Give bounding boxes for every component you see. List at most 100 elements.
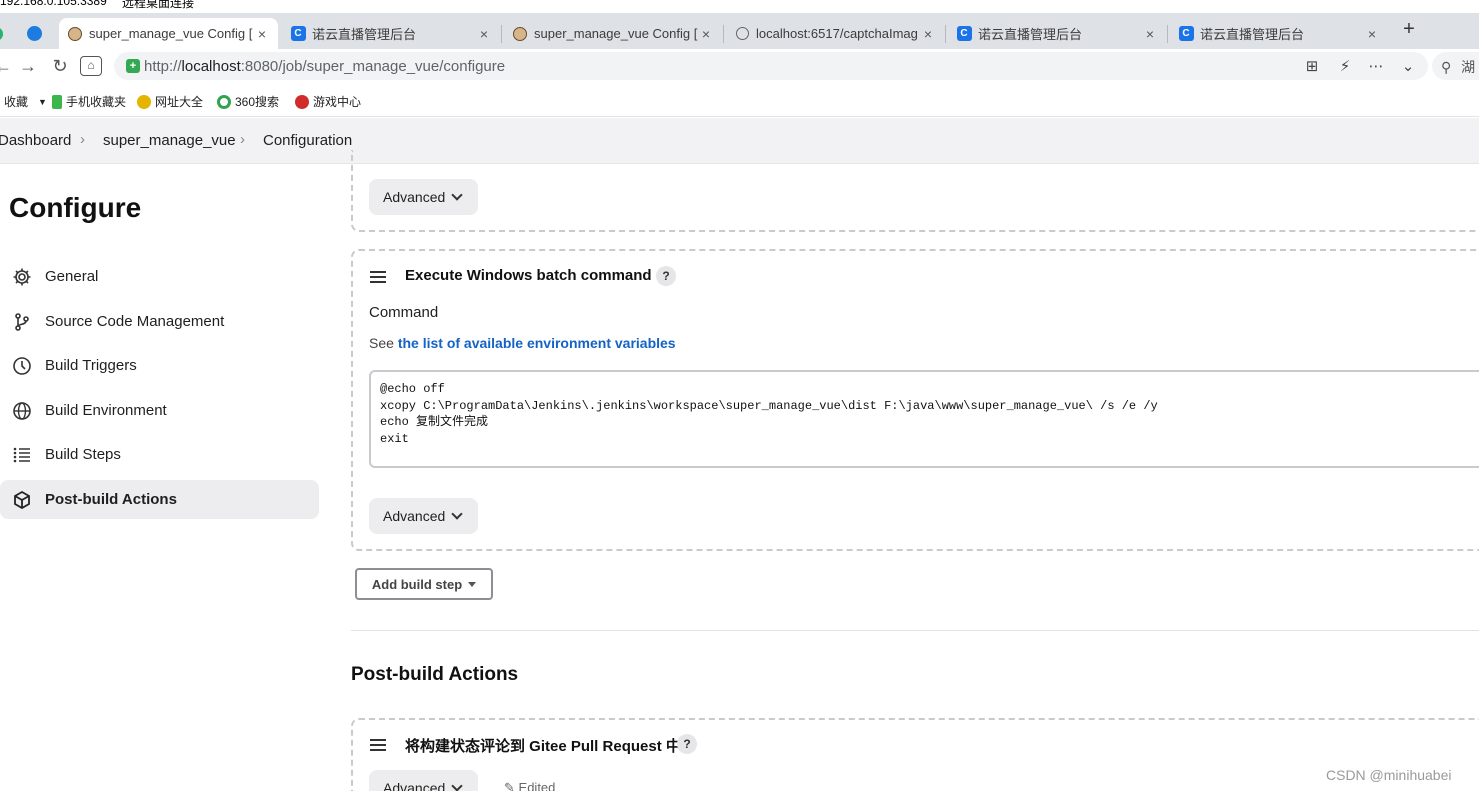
- globe-icon: [734, 26, 750, 42]
- sidebar-item-label: Build Environment: [45, 402, 167, 419]
- chevron-right-icon: ›: [240, 131, 245, 148]
- clock-icon: [12, 356, 32, 376]
- help-icon[interactable]: ?: [656, 266, 676, 286]
- browser-logo-icon: [0, 26, 4, 42]
- bookmark-favorites[interactable]: 收藏 ▼: [4, 93, 47, 110]
- new-tab-plus-icon[interactable]: +: [1397, 18, 1421, 41]
- search-icon: ⚲: [1441, 59, 1452, 75]
- list-icon: [12, 445, 32, 465]
- url-bar[interactable]: + http://localhost:8080/job/super_manage…: [114, 52, 1428, 80]
- gitee-action-title: 将构建状态评论到 Gitee Pull Request 中: [405, 738, 681, 755]
- tab-title: 诺云直播管理后台: [978, 27, 1083, 42]
- watermark: CSDN @minihuabei: [1326, 767, 1452, 783]
- browser-tab-bar: super_manage_vue Config [ × C 诺云直播管理后台 ×…: [0, 13, 1479, 49]
- page-title: Configure: [9, 192, 142, 223]
- forward-arrow-icon[interactable]: →: [17, 55, 39, 77]
- telegram-icon: [26, 26, 42, 42]
- command-label: Command: [369, 304, 439, 321]
- tab-pinned-2[interactable]: [26, 18, 48, 49]
- advanced-button[interactable]: Advanced: [369, 179, 478, 215]
- sidebar-item-build-environment[interactable]: Build Environment: [0, 391, 319, 430]
- chevron-down-icon: [451, 189, 463, 201]
- section-divider: [351, 630, 1479, 631]
- reload-icon[interactable]: ↻: [49, 55, 71, 77]
- translate-icon[interactable]: ⊞: [1302, 57, 1322, 75]
- tab-separator: [945, 25, 946, 43]
- app-icon: C: [1178, 26, 1194, 42]
- tab-captcha[interactable]: localhost:6517/captchaImag ×: [726, 18, 944, 49]
- tab-title: super_manage_vue Config [: [534, 26, 698, 41]
- breadcrumb-job[interactable]: super_manage_vue: [103, 132, 236, 149]
- cube-icon: [12, 490, 32, 510]
- app-icon: C: [290, 26, 306, 42]
- secure-shield-icon: +: [126, 59, 140, 73]
- drag-handle-icon[interactable]: [370, 271, 386, 283]
- sites-icon: [137, 94, 151, 109]
- sidebar-item-build-triggers[interactable]: Build Triggers: [0, 346, 319, 385]
- search-label: 湖: [1461, 59, 1476, 75]
- bookmark-sites[interactable]: 网址大全: [137, 93, 203, 110]
- search-360-icon: [217, 94, 231, 109]
- tab-separator: [501, 25, 502, 43]
- url-text: http://localhost:8080/job/super_manage_v…: [144, 58, 506, 75]
- tab-separator: [1167, 25, 1168, 43]
- add-build-step-button[interactable]: Add build step: [355, 568, 493, 600]
- remote-desktop-strip: 192.168.0.105:3389 远程桌面连接: [0, 0, 1479, 13]
- tab-nuoyun-3[interactable]: C 诺云直播管理后台 ×: [1170, 18, 1388, 49]
- tab-title: super_manage_vue Config [: [89, 26, 253, 41]
- tab-title: localhost:6517/captchaImag: [756, 26, 918, 41]
- tab-pinned[interactable]: [0, 18, 8, 49]
- search-box[interactable]: ⚲ 湖: [1432, 52, 1479, 80]
- sidebar-item-label: Post-build Actions: [45, 491, 177, 508]
- close-icon[interactable]: ×: [254, 26, 270, 42]
- sidebar-item-source-code-management[interactable]: Source Code Management: [0, 302, 319, 341]
- chevron-down-icon[interactable]: ⌄: [1398, 57, 1418, 75]
- edited-indicator: ✎ Edited: [504, 780, 555, 791]
- bookmarks-bar: 收藏 ▼ 手机收藏夹 网址大全 360搜索 游戏中心: [0, 83, 1479, 117]
- tab-nuoyun-2[interactable]: C 诺云直播管理后台 ×: [948, 18, 1166, 49]
- jenkins-icon: [67, 26, 83, 42]
- sidebar-item-label: General: [45, 268, 99, 285]
- env-vars-link[interactable]: the list of available environment variab…: [398, 335, 676, 351]
- bookmark-games[interactable]: 游戏中心: [295, 93, 361, 110]
- chevron-down-icon: ▼: [38, 96, 47, 107]
- tab-super-manage-vue-config-2[interactable]: super_manage_vue Config [ ×: [504, 18, 722, 49]
- close-icon[interactable]: ×: [476, 26, 492, 42]
- bookmark-360[interactable]: 360搜索: [217, 93, 279, 110]
- back-arrow-icon[interactable]: ←: [0, 55, 14, 77]
- address-bar-row: ← → ↻ ⌂ + http://localhost:8080/job/supe…: [0, 49, 1479, 83]
- advanced-button[interactable]: Advanced: [369, 498, 478, 534]
- env-vars-help: See the list of available environment va…: [369, 335, 676, 351]
- drag-handle-icon[interactable]: [370, 739, 386, 751]
- branch-icon: [12, 312, 32, 332]
- remote-ip: 192.168.0.105:3389: [0, 0, 107, 8]
- close-icon[interactable]: ×: [698, 26, 714, 42]
- close-icon[interactable]: ×: [1142, 26, 1158, 42]
- more-dots-icon[interactable]: ⋯: [1366, 57, 1386, 75]
- command-textarea[interactable]: @echo off xcopy C:\ProgramData\Jenkins\.…: [369, 370, 1479, 468]
- breadcrumb-configuration[interactable]: Configuration: [263, 132, 352, 149]
- bookmark-mobile[interactable]: 手机收藏夹: [52, 93, 126, 110]
- tab-nuoyun-1[interactable]: C 诺云直播管理后台 ×: [282, 18, 500, 49]
- home-icon[interactable]: ⌂: [80, 56, 102, 76]
- gear-icon: [12, 267, 32, 287]
- breadcrumb-dashboard[interactable]: Dashboard: [0, 132, 71, 149]
- phone-icon: [52, 94, 62, 109]
- pencil-icon: ✎: [504, 780, 515, 791]
- sidebar-item-post-build-actions[interactable]: Post-build Actions: [0, 480, 319, 519]
- help-icon[interactable]: ?: [677, 734, 697, 754]
- close-icon[interactable]: ×: [920, 26, 936, 42]
- app-icon: C: [956, 26, 972, 42]
- lightning-icon[interactable]: ⚡: [1335, 57, 1355, 75]
- tab-super-manage-vue-config[interactable]: super_manage_vue Config [ ×: [59, 18, 278, 49]
- tab-title: 诺云直播管理后台: [1200, 27, 1305, 42]
- batch-step-title: Execute Windows batch command: [405, 267, 652, 284]
- sidebar-item-general[interactable]: General: [0, 257, 319, 296]
- close-icon[interactable]: ×: [1364, 26, 1380, 42]
- sidebar-item-build-steps[interactable]: Build Steps: [0, 435, 319, 474]
- advanced-button[interactable]: Advanced: [369, 770, 478, 791]
- chevron-down-icon: [451, 508, 463, 520]
- post-build-heading: Post-build Actions: [351, 664, 519, 685]
- globe-icon: [12, 401, 32, 421]
- chevron-down-icon: [451, 780, 463, 791]
